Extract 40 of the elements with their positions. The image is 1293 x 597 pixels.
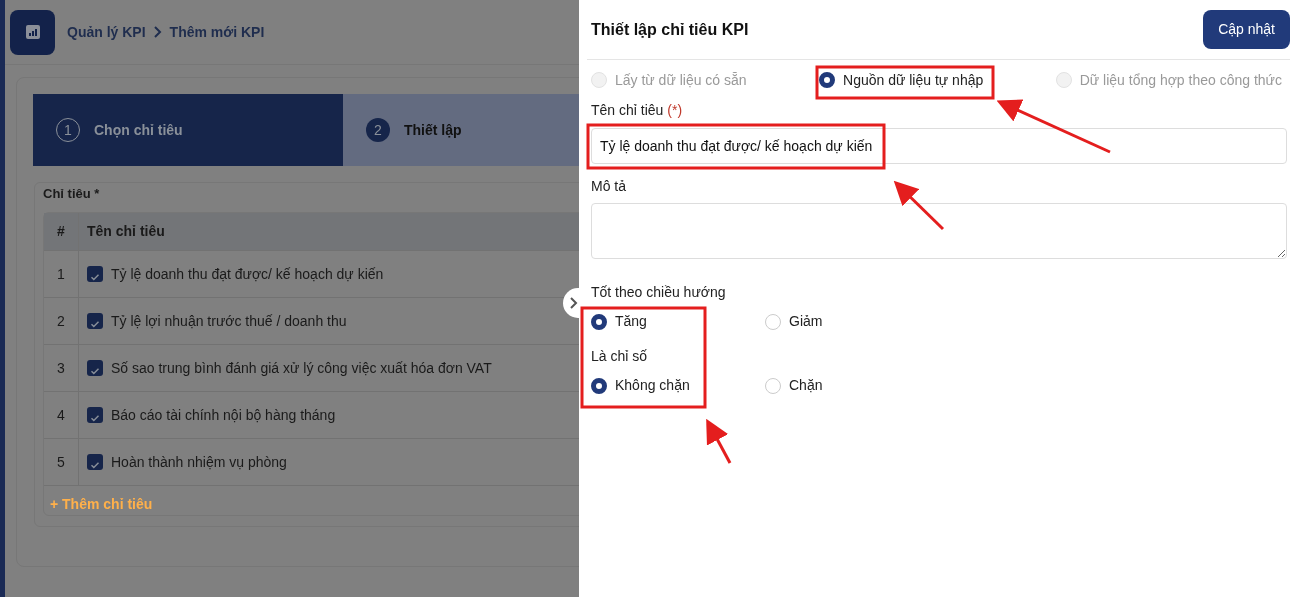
annotation-arrow xyxy=(706,418,732,464)
row-number: 5 xyxy=(44,439,79,485)
column-header: Tên chỉ tiêu xyxy=(86,222,165,241)
name-input[interactable]: Tỷ lệ doanh thu đạt được/ kế hoạch dự kiến xyxy=(591,128,1287,164)
row-number: 2 xyxy=(44,298,79,344)
drawer-title: Thiết lập chỉ tiêu KPI xyxy=(591,19,749,40)
field-label: Tên chỉ tiêu (*) xyxy=(591,102,683,118)
column-header: # xyxy=(44,213,79,250)
stepper-step[interactable]: 2 Thiết lập xyxy=(343,94,579,166)
row-number: 1 xyxy=(44,251,79,297)
radio-option[interactable]: Chặn xyxy=(765,375,823,396)
update-button[interactable]: Cập nhật xyxy=(1203,10,1290,49)
radio-option[interactable]: Nguồn dữ liệu tự nhập xyxy=(819,69,984,91)
radio-option: Dữ liệu tổng hợp theo công thức xyxy=(1055,69,1282,91)
radio-option[interactable]: Không chặn xyxy=(591,375,690,396)
indicator-name: Hoàn thành nhiệm vụ phòng xyxy=(111,452,287,472)
row-number: 3 xyxy=(44,345,79,391)
stepper-step[interactable]: 1 Chọn chỉ tiêu xyxy=(33,94,343,166)
indicator-name: Số sao trung bình đánh giá xử lý công việc xuất hóa đơn VAT xyxy=(111,358,492,378)
description-input[interactable] xyxy=(591,203,1287,259)
checkbox[interactable] xyxy=(87,454,103,470)
chevron-right-icon xyxy=(570,297,578,309)
field-label: Mô tả xyxy=(591,178,626,194)
checkbox[interactable] xyxy=(87,360,103,376)
chart-icon[interactable] xyxy=(10,9,55,55)
radio-option[interactable]: Giảm xyxy=(765,311,823,332)
annotation-arrow xyxy=(893,180,945,231)
indicator-name: Tỷ lệ doanh thu đạt được/ kế hoạch dự kiến xyxy=(111,264,384,284)
checkbox[interactable] xyxy=(87,266,103,282)
field-label: Tốt theo chiều hướng xyxy=(591,284,726,300)
field-label: Là chỉ số xyxy=(591,348,648,364)
indicator-name: Báo cáo tài chính nội bộ hàng tháng xyxy=(111,405,336,425)
chevron-right-icon xyxy=(153,26,162,38)
radio-option[interactable]: Tăng xyxy=(591,311,647,332)
radio-option: Lấy từ dữ liệu có sẵn xyxy=(591,69,747,91)
indicator-name: Tỷ lệ lợi nhuận trước thuế / doanh thu xyxy=(111,311,347,331)
row-number: 4 xyxy=(44,392,79,438)
checkbox[interactable] xyxy=(87,407,103,423)
section-title: Chỉ tiêu * xyxy=(43,185,100,203)
checkbox[interactable] xyxy=(87,313,103,329)
